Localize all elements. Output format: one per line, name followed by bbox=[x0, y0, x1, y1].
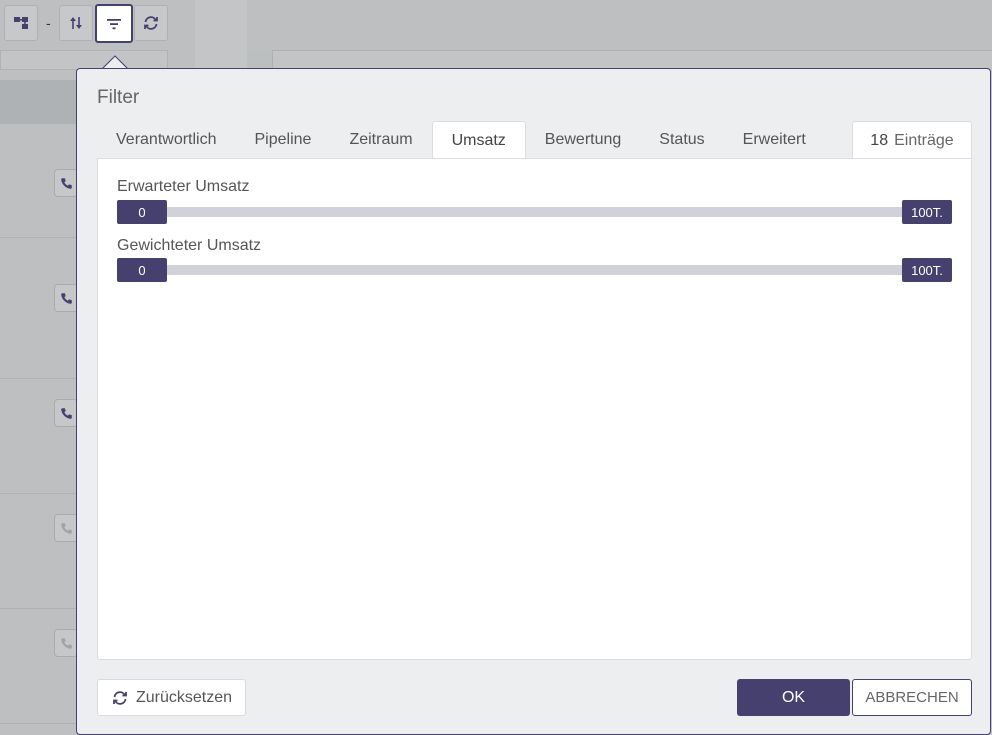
tab-bewertung[interactable]: Bewertung bbox=[526, 121, 641, 159]
slider-track[interactable] bbox=[117, 265, 952, 275]
background-column-header bbox=[0, 80, 80, 124]
refresh-icon bbox=[144, 16, 158, 30]
entry-count-label: Einträge bbox=[894, 131, 954, 149]
list-row[interactable] bbox=[0, 610, 80, 724]
range-slider-erwarteter-umsatz[interactable]: 0 100T. bbox=[117, 200, 952, 224]
range-slider-gewichteter-umsatz[interactable]: 0 100T. bbox=[117, 258, 952, 282]
slider-min-handle[interactable]: 0 bbox=[117, 258, 167, 282]
refresh-button[interactable] bbox=[134, 5, 168, 41]
background-top-bar bbox=[247, 0, 992, 50]
hierarchy-button[interactable] bbox=[4, 5, 38, 41]
toolbar-separator: - bbox=[46, 15, 51, 31]
list-row[interactable] bbox=[0, 380, 80, 494]
tab-content-umsatz: Erwarteter Umsatz 0 100T. Gewichteter Um… bbox=[97, 158, 972, 660]
filter-button[interactable] bbox=[95, 4, 133, 43]
hierarchy-icon bbox=[14, 17, 28, 29]
list-row[interactable] bbox=[0, 495, 80, 609]
phone-icon[interactable] bbox=[54, 169, 78, 197]
list-row[interactable] bbox=[0, 124, 80, 238]
reset-button[interactable]: Zurücksetzen bbox=[97, 679, 246, 716]
entry-count-badge: 18 Einträge bbox=[852, 121, 972, 159]
reset-button-label: Zurücksetzen bbox=[135, 688, 233, 706]
dialog-title: Filter bbox=[97, 87, 140, 108]
phone-icon[interactable] bbox=[54, 514, 78, 542]
phone-icon[interactable] bbox=[54, 629, 78, 657]
sort-icon bbox=[70, 17, 82, 29]
filter-tabs: Verantwortlich Pipeline Zeitraum Umsatz … bbox=[97, 121, 972, 159]
slider-track[interactable] bbox=[117, 207, 952, 217]
tab-verantwortlich[interactable]: Verantwortlich bbox=[97, 121, 236, 159]
sort-button[interactable] bbox=[59, 5, 93, 41]
phone-icon[interactable] bbox=[54, 284, 78, 312]
tab-erweitert[interactable]: Erweitert bbox=[724, 121, 825, 159]
background-list-header bbox=[0, 50, 168, 70]
slider-max-handle[interactable]: 100T. bbox=[902, 200, 952, 224]
refresh-icon bbox=[113, 690, 127, 705]
range-label-gewichteter-umsatz: Gewichteter Umsatz bbox=[117, 237, 262, 254]
cancel-button[interactable]: ABBRECHEN bbox=[852, 679, 972, 716]
filter-icon bbox=[107, 18, 121, 29]
slider-min-handle[interactable]: 0 bbox=[117, 200, 167, 224]
tab-umsatz[interactable]: Umsatz bbox=[431, 121, 526, 159]
list-row[interactable] bbox=[0, 265, 80, 379]
entry-count: 18 bbox=[870, 131, 889, 149]
tab-pipeline[interactable]: Pipeline bbox=[236, 121, 331, 159]
ok-button[interactable]: OK bbox=[737, 679, 850, 716]
filter-dialog: Filter Verantwortlich Pipeline Zeitraum … bbox=[76, 68, 991, 735]
tab-status[interactable]: Status bbox=[640, 121, 723, 159]
tab-zeitraum[interactable]: Zeitraum bbox=[330, 121, 431, 159]
range-label-erwarteter-umsatz: Erwarteter Umsatz bbox=[117, 178, 250, 195]
slider-max-handle[interactable]: 100T. bbox=[902, 258, 952, 282]
phone-icon[interactable] bbox=[54, 399, 78, 427]
